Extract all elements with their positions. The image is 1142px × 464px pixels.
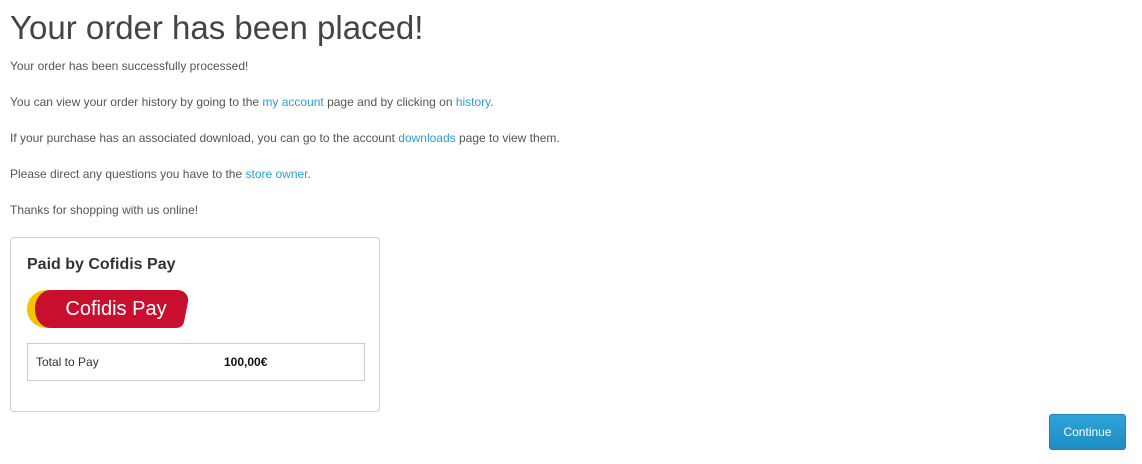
- order-history-message: You can view your order history by going…: [10, 94, 494, 110]
- history-link[interactable]: history: [456, 95, 490, 109]
- order-success-page: Your order has been placed! Your order h…: [10, 0, 1132, 464]
- questions-suffix-text: .: [307, 167, 311, 181]
- cofidis-pay-logo-graphic: Cofidis Pay: [27, 290, 189, 328]
- thanks-text: Thanks for shopping with us online!: [10, 203, 199, 217]
- history-suffix-text: .: [490, 95, 494, 109]
- processed-message: Your order has been successfully process…: [10, 58, 248, 74]
- total-table: Total to Pay 100,00€: [27, 343, 365, 381]
- total-label: Total to Pay: [36, 355, 99, 369]
- thanks-message: Thanks for shopping with us online!: [10, 202, 198, 218]
- store-owner-link[interactable]: store owner: [245, 167, 307, 181]
- downloads-link[interactable]: downloads: [398, 131, 455, 145]
- processed-text: Your order has been successfully process…: [10, 59, 249, 73]
- downloads-message: If your purchase has an associated downl…: [10, 130, 560, 146]
- history-middle-text: page and by clicking on: [323, 95, 456, 109]
- questions-message: Please direct any questions you have to …: [10, 166, 311, 182]
- logo-text: Cofidis Pay: [65, 298, 166, 320]
- payment-panel-title: Paid by Cofidis Pay: [27, 256, 176, 273]
- payment-panel: Paid by Cofidis Pay Cofidis Pay Total to…: [10, 237, 380, 412]
- page-title: Your order has been placed!: [10, 9, 424, 46]
- download-suffix-text: page to view them.: [455, 131, 560, 145]
- cofidis-pay-logo: Cofidis Pay: [27, 289, 189, 329]
- history-prefix-text: You can view your order history by going…: [10, 95, 263, 109]
- download-prefix-text: If your purchase has an associated downl…: [10, 131, 399, 145]
- questions-prefix-text: Please direct any questions you have to …: [10, 167, 246, 181]
- continue-button[interactable]: Continue: [1049, 414, 1126, 450]
- total-value: 100,00€: [224, 355, 268, 369]
- my-account-link[interactable]: my account: [262, 95, 323, 109]
